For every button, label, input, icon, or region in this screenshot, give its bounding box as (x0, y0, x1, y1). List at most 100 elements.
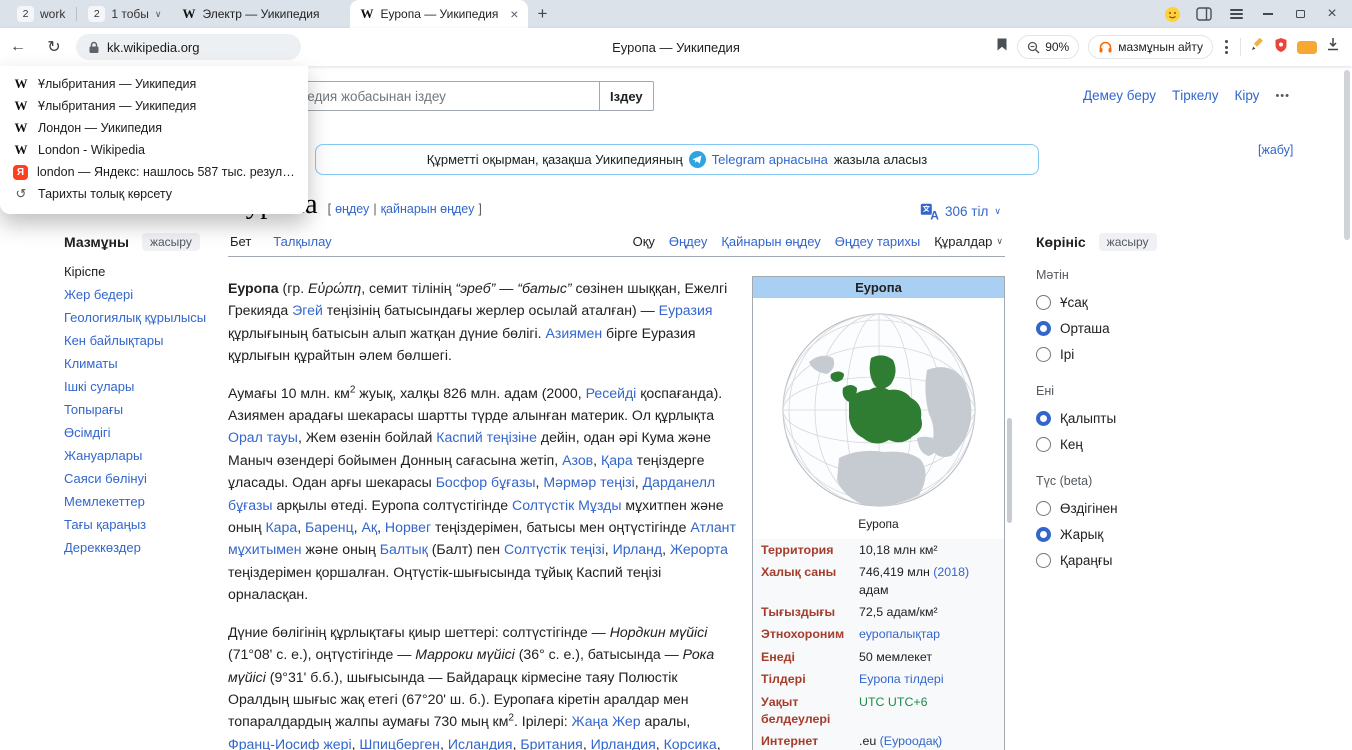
appearance-hide-button[interactable]: жасыру (1099, 233, 1157, 251)
read-aloud-button[interactable]: мазмұнын айту (1088, 35, 1213, 59)
minimize-button[interactable] (1252, 0, 1284, 28)
wiki-search-button[interactable]: Іздеу (599, 81, 654, 111)
article-link[interactable]: Франц-Иосиф жері (228, 736, 352, 750)
page-tab[interactable]: Өңдеу (669, 234, 707, 249)
telegram-channel-link[interactable]: Telegram арнасына (712, 152, 828, 167)
shield-icon[interactable] (1274, 37, 1288, 58)
appearance-option[interactable]: Орташа (1036, 315, 1176, 341)
user-link[interactable]: Кіру (1234, 88, 1259, 103)
suggestion-item[interactable]: WҰлыбритания — Уикипедия (0, 95, 308, 117)
more-options-icon[interactable]: ••• (1275, 90, 1290, 102)
bookmark-icon[interactable] (996, 37, 1008, 57)
toc-item[interactable]: Дереккөздер (64, 540, 216, 563)
article-link[interactable]: Исландия (448, 736, 513, 750)
suggestion-item[interactable]: Яlondon — Яндекс: нашлось 587 тыс. резул… (0, 161, 308, 183)
europe-globe-image[interactable] (753, 298, 1004, 514)
toc-item[interactable]: Мемлекеттер (64, 494, 216, 517)
address-bar[interactable]: kk.wikipedia.org (76, 34, 301, 60)
back-button[interactable]: ← (0, 38, 36, 56)
article-link[interactable]: Каспий теңізіне (436, 429, 537, 445)
page-tab[interactable]: Оқу (633, 234, 655, 249)
edit-link[interactable]: өңдеу (335, 202, 369, 216)
extension-badge-icon[interactable] (1297, 41, 1317, 54)
article-link[interactable]: Корсика (664, 736, 717, 750)
appearance-option[interactable]: Кең (1036, 431, 1176, 457)
language-selector[interactable]: A 306 тіл ∨ (920, 203, 1001, 220)
article-link[interactable]: Норвег (385, 519, 431, 535)
toc-item[interactable]: Кен байлықтары (64, 333, 216, 356)
banner-close-link[interactable]: [жабу] (1258, 143, 1293, 157)
toc-hide-button[interactable]: жасыру (142, 233, 200, 251)
page-tab[interactable]: Талқылау (273, 234, 331, 249)
appearance-option[interactable]: Ұсақ (1036, 289, 1176, 315)
infobox-link[interactable]: UTC (859, 695, 884, 709)
radio-button[interactable] (1036, 527, 1051, 542)
inner-scrollbar-thumb[interactable] (1007, 418, 1012, 523)
page-tab[interactable]: Бет (230, 234, 251, 249)
page-tab[interactable]: Құралдар∨ (934, 234, 1003, 249)
toc-item[interactable]: Ішкі сулары (64, 379, 216, 402)
maximize-button[interactable] (1284, 0, 1316, 28)
tab-close-icon[interactable]: × (510, 7, 518, 21)
edit-source-link[interactable]: қайнарын өңдеу (381, 202, 475, 216)
appearance-option[interactable]: Қалыпты (1036, 405, 1176, 431)
appearance-option[interactable]: Өздігінен (1036, 495, 1176, 521)
article-link[interactable]: Ирландия (591, 736, 656, 750)
downloads-icon[interactable] (1326, 37, 1340, 57)
article-link[interactable]: Шпицберген (359, 736, 440, 750)
article-link[interactable]: Балтық (380, 541, 428, 557)
article-link[interactable]: Эгей (292, 302, 323, 318)
article-link[interactable]: Солтүстік Мұзды (512, 497, 621, 513)
toc-item[interactable]: Өсімдігі (64, 425, 216, 448)
kebab-menu-icon[interactable] (1222, 40, 1231, 54)
article-link[interactable]: Азов (562, 452, 593, 468)
suggestion-item[interactable]: WҰлыбритания — Уикипедия (0, 73, 308, 95)
user-link[interactable]: Тіркелу (1172, 88, 1219, 103)
article-link[interactable]: Жерорта (670, 541, 728, 557)
toc-item[interactable]: Жануарлары (64, 448, 216, 471)
toc-item[interactable]: Геологиялық құрылысы (64, 310, 216, 333)
close-window-button[interactable]: × (1316, 0, 1348, 28)
pencil-icon[interactable] (1250, 37, 1265, 57)
suggestion-item[interactable]: WLondon - Wikipedia (0, 139, 308, 161)
radio-button[interactable] (1036, 411, 1051, 426)
article-link[interactable]: Мәрмәр теңізі (543, 474, 634, 490)
zoom-indicator[interactable]: 90% (1017, 35, 1079, 59)
infobox-link[interactable]: (Еуроодақ) (880, 734, 943, 748)
article-link[interactable]: Ресейді (586, 385, 637, 401)
radio-button[interactable] (1036, 295, 1051, 310)
article-link[interactable]: Жаңа Жер (572, 713, 641, 729)
tab-europa-wikipedia[interactable]: W Еуропа — Уикипедия × (350, 0, 528, 28)
user-link[interactable]: Демеу беру (1083, 88, 1156, 103)
article-link[interactable]: Британия (520, 736, 582, 750)
article-link[interactable]: Ирланд (613, 541, 663, 557)
hamburger-menu-icon[interactable] (1220, 0, 1252, 28)
toc-item[interactable]: Саяси бөлінуі (64, 471, 216, 494)
smiley-icon[interactable] (1156, 0, 1188, 28)
page-tab[interactable]: Өңдеу тарихы (835, 234, 920, 249)
suggestion-item[interactable]: ↺Тарихты толық көрсету (0, 183, 308, 205)
infobox-link[interactable]: UTC+6 (888, 695, 928, 709)
page-tab[interactable]: Қайнарын өңдеу (721, 234, 820, 249)
radio-button[interactable] (1036, 321, 1051, 336)
radio-button[interactable] (1036, 501, 1051, 516)
toc-item[interactable]: Кіріспе (64, 264, 216, 287)
toc-item[interactable]: Топырағы (64, 402, 216, 425)
tab-group-1toby[interactable]: 2 1 тобы ∨ (77, 0, 172, 28)
tab-electr-wikipedia[interactable]: W Электр — Уикипедия (172, 0, 350, 28)
suggestion-item[interactable]: WЛондон — Уикипедия (0, 117, 308, 139)
reload-button[interactable]: ↻ (36, 37, 72, 57)
appearance-option[interactable]: Ірі (1036, 341, 1176, 367)
article-link[interactable]: Кара (265, 519, 297, 535)
article-link[interactable]: Ақ (362, 519, 378, 535)
infobox-link[interactable]: (2018) (933, 565, 969, 579)
infobox-link[interactable]: еуропалықтар (859, 627, 940, 641)
radio-button[interactable] (1036, 437, 1051, 452)
article-link[interactable]: Солтүстік теңізі (504, 541, 605, 557)
article-link[interactable]: Азиямен (545, 325, 602, 341)
appearance-option[interactable]: Қараңғы (1036, 547, 1176, 573)
radio-button[interactable] (1036, 553, 1051, 568)
article-link[interactable]: Баренц (305, 519, 354, 535)
article-link[interactable]: Қара (601, 452, 633, 468)
article-link[interactable]: Орал тауы (228, 429, 298, 445)
